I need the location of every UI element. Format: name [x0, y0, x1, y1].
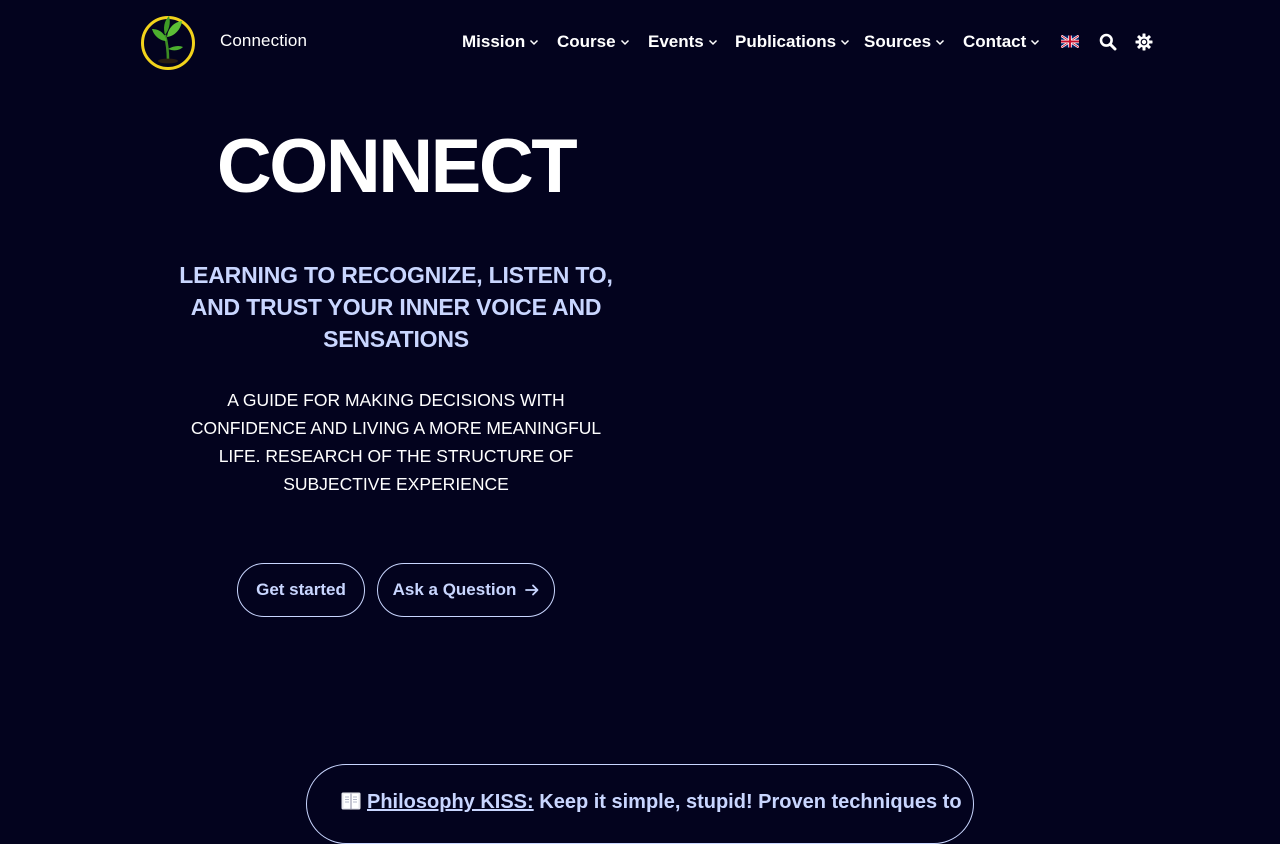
chevron-down-icon — [1031, 39, 1040, 46]
banner-body: Keep it simple, stupid! Proven technique… — [539, 791, 962, 813]
ask-question-button[interactable]: Ask a Question — [377, 563, 555, 617]
button-label: Ask a Question — [392, 580, 517, 599]
chevron-down-icon — [841, 39, 850, 46]
search-icon[interactable] — [1099, 33, 1117, 51]
banner-emphasis: Philosophy KISS: — [367, 791, 534, 813]
nav-item-events[interactable]: Events — [648, 29, 718, 55]
nav-item-sources[interactable]: Sources — [864, 29, 945, 55]
nav-label: Course — [557, 32, 616, 51]
chevron-down-icon — [620, 39, 629, 46]
nav-item-mission[interactable]: Mission — [462, 29, 539, 55]
nav-label: Publications — [735, 32, 837, 51]
arrow-right-icon — [525, 584, 539, 596]
button-label: Get started — [256, 580, 346, 599]
brand-name[interactable]: Connection — [220, 31, 307, 51]
hero-title: CONNECT — [216, 124, 578, 209]
sun-theme-toggle-icon[interactable] — [1135, 33, 1153, 51]
nav-item-contact[interactable]: Contact — [963, 29, 1040, 55]
nav-label: Sources — [864, 32, 932, 51]
chevron-down-icon — [936, 39, 945, 46]
get-started-button[interactable]: Get started — [237, 563, 365, 617]
hero-subtitle: LEARNING TO RECOGNIZE, LISTEN TO, AND TR… — [179, 262, 613, 352]
book-icon — [341, 792, 361, 810]
chevron-down-icon — [530, 39, 539, 46]
nav-label: Events — [648, 32, 704, 51]
chevron-down-icon — [708, 39, 717, 46]
hero-description: A GUIDE FOR MAKING DECISIONS WITH CONFID… — [190, 390, 602, 494]
plant-logo-icon[interactable] — [140, 13, 196, 71]
nav-item-course[interactable]: Course — [557, 29, 630, 55]
uk-flag-icon[interactable] — [1061, 35, 1079, 48]
nav-item-publications[interactable]: Publications — [735, 29, 850, 55]
philosophy-banner[interactable]: Philosophy KISS: Keep it simple, stupid!… — [306, 764, 974, 844]
site-header: Connection Mission Course Events Publica… — [0, 0, 1280, 84]
nav-label: Contact — [963, 32, 1027, 51]
banner-text: Philosophy KISS: Keep it simple, stupid!… — [341, 789, 962, 815]
nav-label: Mission — [462, 32, 526, 51]
